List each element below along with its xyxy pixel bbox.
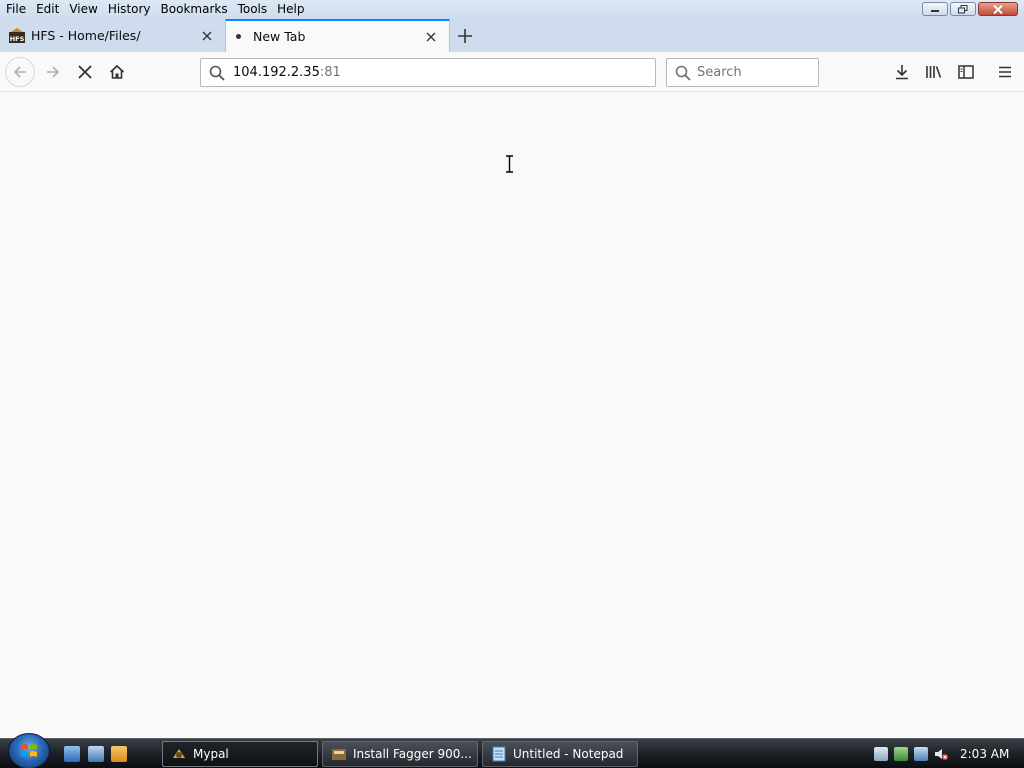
menu-bookmarks[interactable]: Bookmarks [156,0,233,19]
tab-strip: HFS HFS - Home/Files/ New Tab [0,19,1024,52]
menu-file[interactable]: File [0,0,31,19]
url-host: 104.192.2.35 [233,65,320,80]
tray-network-icon[interactable] [894,747,908,761]
search-icon [209,65,225,81]
tab-label: New Tab [253,29,306,44]
navigation-toolbar: 104.192.2.35:81 [0,52,1024,92]
sidebar-toggle-button[interactable] [954,60,978,84]
start-button[interactable] [8,733,50,768]
menu-tools[interactable]: Tools [233,0,273,19]
volume-muted-icon[interactable] [934,747,948,761]
downloads-button[interactable] [890,60,914,84]
close-icon [202,31,212,40]
system-tray: 2:03 AM [868,739,1024,768]
svg-text:HFS: HFS [10,35,25,43]
close-icon [426,32,436,41]
forward-button[interactable] [41,60,65,84]
installer-icon [332,749,346,760]
back-button[interactable] [5,57,35,87]
tab-new-tab[interactable]: New Tab [225,19,450,52]
tab-close-button[interactable] [423,29,439,45]
taskbar-item-label: Install Fagger 900... [353,747,472,761]
text-cursor-icon [506,155,513,173]
taskbar-item-label: Untitled - Notepad [513,747,624,761]
loading-dot-icon [236,34,241,39]
tab-hfs[interactable]: HFS HFS - Home/Files/ [0,19,225,52]
close-window-button[interactable] [978,2,1018,16]
search-input[interactable] [697,65,807,80]
restore-button[interactable] [950,2,976,16]
tab-label: HFS - Home/Files/ [31,28,141,43]
taskbar: Mypal Install Fagger 900... Untitled - N… [0,733,1024,768]
menu-edit[interactable]: Edit [31,0,64,19]
show-desktop-icon[interactable] [64,746,80,762]
folder-icon[interactable] [111,746,127,762]
taskbar-item-installer[interactable]: Install Fagger 900... [322,741,478,767]
hamburger-menu-button[interactable] [993,60,1017,84]
library-icon [926,66,942,78]
page-content[interactable] [0,93,1024,738]
back-arrow-icon [13,66,26,78]
stop-button[interactable] [73,60,97,84]
taskbar-item-notepad[interactable]: Untitled - Notepad [482,741,638,767]
url-bar[interactable]: 104.192.2.35:81 [200,58,656,87]
menu-help[interactable]: Help [272,0,309,19]
minimize-button[interactable] [922,2,948,16]
tray-app-icon[interactable] [874,747,888,761]
new-tab-button[interactable] [455,26,475,46]
home-icon [109,64,125,79]
taskbar-item-label: Mypal [193,747,229,761]
stop-icon [78,65,92,79]
hamburger-icon [999,66,1011,78]
hfs-favicon-icon: HFS [9,27,25,43]
minimize-icon [931,10,939,12]
menu-bar: File Edit View History Bookmarks Tools H… [0,0,1024,19]
menu-history[interactable]: History [103,0,156,19]
library-button[interactable] [922,60,946,84]
restore-icon [958,4,968,13]
windows-logo-icon [21,744,37,757]
tray-monitor-icon[interactable] [914,747,928,761]
close-icon [993,4,1003,14]
window-controls [922,2,1018,16]
taskbar-item-mypal[interactable]: Mypal [162,741,318,767]
sidebar-icon [958,65,974,79]
notepad-icon [492,746,506,762]
mypal-icon [173,749,185,758]
search-icon [675,65,691,81]
tab-close-button[interactable] [199,28,215,44]
search-bar[interactable] [666,58,819,87]
home-button[interactable] [105,60,129,84]
url-port: :81 [319,65,341,80]
taskbar-clock[interactable]: 2:03 AM [960,747,1009,761]
menu-view[interactable]: View [64,0,102,19]
plus-icon [458,29,472,43]
forward-arrow-icon [47,66,60,78]
download-icon [896,65,908,80]
switch-windows-icon[interactable] [88,746,104,762]
